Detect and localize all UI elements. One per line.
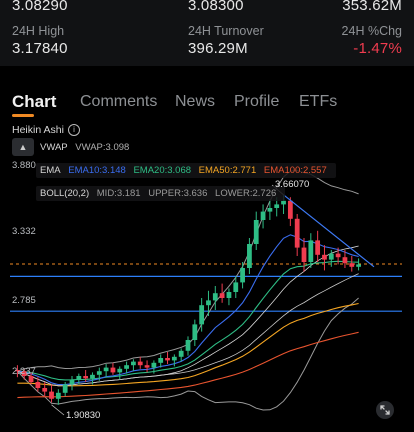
tab-news[interactable]: News (175, 93, 215, 111)
ema20-value: EMA20:3.068 (133, 165, 192, 176)
candle-body (83, 376, 89, 379)
ema10-line (17, 234, 359, 386)
candle-body (335, 253, 341, 258)
candle-body (267, 208, 273, 212)
boll-mid-value: MID:3.181 (96, 188, 141, 199)
candle-body (42, 388, 48, 392)
y-axis-label: 3.880 (12, 160, 36, 171)
tab-profile[interactable]: Profile (234, 93, 279, 111)
boll-upper-value: UPPER:3.636 (148, 188, 208, 199)
candle-body (110, 367, 116, 373)
stat-value: 3.08290 (12, 0, 68, 14)
candle-body (178, 350, 184, 357)
tab-bar: Chart Comments News Profile ETFs (0, 82, 414, 122)
candle-body (137, 361, 143, 366)
candle-body (287, 200, 293, 219)
candle-body (294, 218, 300, 248)
candle-body (103, 367, 109, 372)
market-stats: 3.08290 3.08300 353.62M 24H High 24H Tur… (0, 0, 414, 66)
candle-body (117, 368, 123, 373)
vwap-line (17, 273, 359, 387)
candle-body (260, 211, 266, 220)
y-axis-label: 2.785 (12, 295, 36, 306)
tab-etfs[interactable]: ETFs (299, 93, 337, 111)
tab-chart[interactable]: Chart (12, 92, 56, 112)
stat-value: 353.62M (342, 0, 402, 14)
y-axis-label: 2.237 (12, 366, 36, 377)
chg-value: -1.47% (353, 40, 402, 57)
high-price-label: 3.66070 (275, 179, 310, 190)
low-price-label: 1.90830 (66, 410, 101, 421)
candle-body (55, 392, 61, 399)
candle-body (349, 263, 355, 267)
chart-type-label: Heikin Ashi (12, 124, 64, 136)
candle-body (274, 204, 280, 208)
active-tab-indicator (12, 114, 34, 117)
candle-body (76, 376, 82, 380)
vwap-value: VWAP:3.098 (75, 142, 130, 153)
candle-body (253, 220, 259, 244)
candle-body (69, 379, 75, 385)
candle-body (328, 253, 334, 260)
boll-name: BOLL(20,2) (40, 188, 90, 199)
candle-body (301, 247, 307, 262)
candle-body (240, 268, 245, 283)
candle-body (151, 362, 157, 368)
candle-body (247, 244, 252, 268)
candle-body (35, 382, 41, 388)
candle-body (356, 264, 361, 267)
candle-body (144, 365, 150, 368)
turnover-value: 396.29M (188, 40, 248, 57)
candle-body (315, 240, 321, 255)
low-pointer (51, 404, 65, 416)
candle-body (165, 358, 170, 361)
expand-icon (380, 405, 390, 415)
candle-body (49, 391, 54, 399)
candle-body (342, 257, 348, 264)
y-axis-label: 3.332 (12, 226, 36, 237)
candle-body (171, 356, 177, 361)
ema-name: EMA (40, 165, 61, 176)
chg-label: 24H %Chg (341, 24, 402, 38)
fullscreen-button[interactable] (376, 401, 394, 419)
candle-body (219, 293, 225, 298)
candle-body (212, 293, 218, 301)
ema-indicator[interactable]: EMA EMA10:3.148 EMA20:3.068 EMA50:2.771 … (36, 163, 336, 178)
vwap-indicator[interactable]: VWAP VWAP:3.098 (40, 142, 134, 153)
chart-type-selector[interactable]: Heikin Ashi i (12, 124, 80, 136)
stat-value: 3.08300 (188, 0, 244, 14)
boll-mid-line (17, 245, 359, 387)
candle-body (185, 340, 191, 351)
candle-body (322, 254, 327, 260)
candle-body (206, 300, 211, 306)
candle-body (199, 305, 205, 325)
ema10-value: EMA10:3.148 (68, 165, 126, 176)
candle-body (192, 324, 198, 340)
vwap-name: VWAP (40, 142, 68, 153)
tab-comments[interactable]: Comments (80, 93, 157, 111)
ema50-value: EMA50:2.771 (198, 165, 257, 176)
candle-body (62, 384, 68, 393)
candle-body (233, 282, 239, 292)
boll-indicator[interactable]: BOLL(20,2) MID:3.181 UPPER:3.636 LOWER:2… (36, 186, 286, 201)
candle-body (308, 240, 314, 262)
candle-body (226, 292, 232, 298)
collapse-indicators-button[interactable]: ▲ (12, 138, 34, 156)
candle-body (158, 358, 164, 363)
turnover-label: 24H Turnover (188, 24, 264, 38)
ema100-value: EMA100:2.557 (263, 165, 327, 176)
candle-body (96, 371, 102, 375)
high-value: 3.17840 (12, 40, 68, 57)
candle-body (131, 361, 136, 366)
candle-body (281, 200, 286, 205)
boll-lower-value: LOWER:2.726 (215, 188, 277, 199)
candle-body (90, 374, 95, 379)
ema20-line (17, 260, 359, 381)
candle-body (124, 365, 129, 369)
high-label: 24H High (12, 24, 65, 38)
info-icon[interactable]: i (67, 124, 80, 136)
